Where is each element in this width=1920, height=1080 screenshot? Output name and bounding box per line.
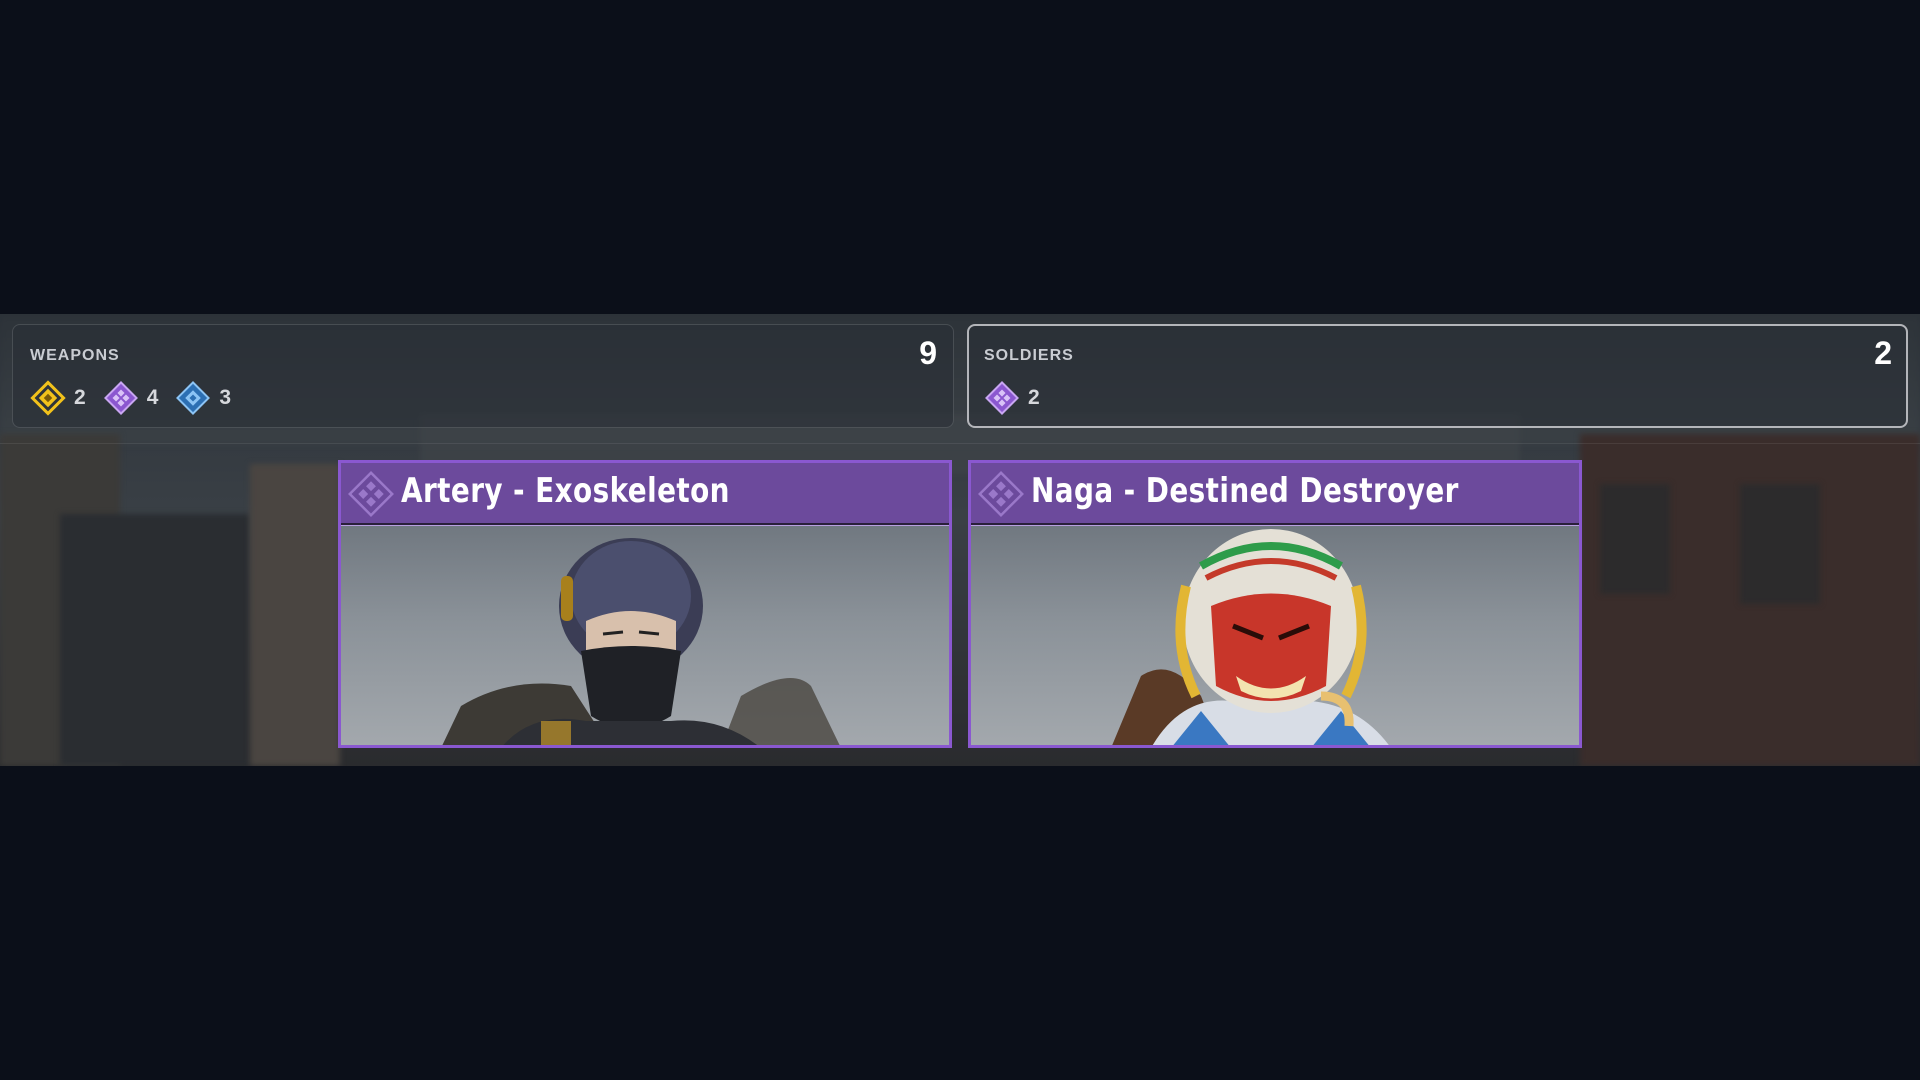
epic-count: 4 <box>146 386 159 409</box>
rare-diamond-icon <box>176 381 211 415</box>
background-building <box>250 464 340 766</box>
weapons-rarity-legendary: 2 <box>30 380 86 416</box>
epic-diamond-icon <box>103 381 138 415</box>
reward-card-artery[interactable]: Artery - Exoskeleton <box>338 460 952 748</box>
card-header: Naga - Destined Destroyer <box>971 463 1579 526</box>
weapons-total: 9 <box>919 335 937 371</box>
epic-diamond-icon <box>978 471 1024 517</box>
legendary-diamond-icon <box>30 380 66 416</box>
weapons-rarity-rare: 3 <box>175 380 231 416</box>
weapons-rarity-row: 2 4 3 <box>30 380 248 416</box>
card-header: Artery - Exoskeleton <box>341 463 949 526</box>
epic-count: 2 <box>1028 386 1040 409</box>
soldier-portrait-icon <box>1112 529 1389 745</box>
weapons-summary-panel[interactable]: WEAPONS 9 2 4 3 <box>12 324 954 428</box>
soldiers-rarity-epic: 2 <box>984 380 1040 416</box>
legendary-count: 2 <box>74 386 86 409</box>
section-divider <box>0 443 1920 444</box>
card-title: Naga - Destined Destroyer <box>1031 471 1459 511</box>
rare-count: 3 <box>219 386 232 409</box>
soldiers-rarity-row: 2 <box>984 380 1057 416</box>
weapons-rarity-epic: 4 <box>103 380 159 416</box>
weapons-title: WEAPONS <box>30 347 120 364</box>
background-building <box>60 514 250 766</box>
soldiers-total: 2 <box>1874 335 1892 371</box>
reward-card-naga[interactable]: Naga - Destined Destroyer <box>968 460 1582 748</box>
reward-summary-stage: WEAPONS 9 2 4 3 SOLDIERS 2 2 Artery - Ex… <box>0 314 1920 766</box>
soldier-portrait-icon <box>442 538 840 745</box>
epic-diamond-icon <box>985 381 1019 415</box>
soldiers-title: SOLDIERS <box>984 347 1074 364</box>
epic-diamond-icon <box>348 471 394 517</box>
background-window <box>1600 484 1670 594</box>
background-window <box>1740 484 1820 604</box>
card-title: Artery - Exoskeleton <box>401 471 730 511</box>
soldiers-summary-panel[interactable]: SOLDIERS 2 2 <box>967 324 1908 428</box>
